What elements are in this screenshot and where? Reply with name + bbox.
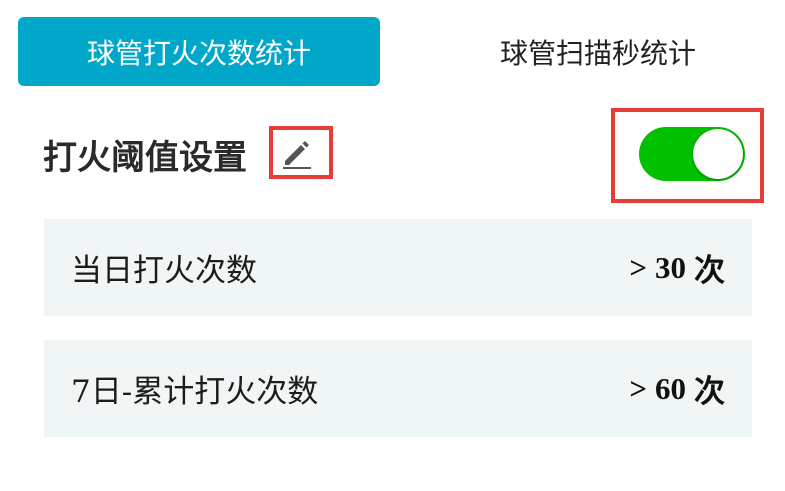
edit-threshold-button[interactable]	[269, 126, 333, 179]
seven-day-spark-count-row: 7日-累计打火次数 > 60 次	[44, 340, 752, 437]
daily-spark-count-row: 当日打火次数 > 30 次	[44, 219, 752, 316]
stat-comparator: >	[629, 370, 647, 406]
stat-unit: 次	[694, 253, 725, 288]
tab-tube-scan-seconds[interactable]: 球管扫描秒统计	[412, 17, 784, 86]
stat-unit: 次	[694, 374, 725, 409]
stat-number: 30	[655, 249, 686, 285]
stat-comparator: >	[629, 249, 647, 285]
toggle-knob	[693, 129, 743, 179]
threshold-settings-panel: 球管打火次数统计 球管扫描秒统计 打火阈值设置 当日打火次数 > 30 次 7日…	[0, 0, 785, 491]
threshold-settings-title: 打火阈值设置	[43, 137, 247, 178]
pencil-icon	[283, 140, 311, 169]
toggle-track	[639, 127, 745, 181]
tab-label: 球管打火次数统计	[86, 36, 311, 70]
tab-tube-spark-count[interactable]: 球管打火次数统计	[18, 17, 380, 86]
threshold-toggle[interactable]	[611, 108, 764, 203]
stat-value: > 60 次	[629, 366, 725, 411]
stat-label: 7日-累计打火次数	[71, 374, 319, 410]
stat-value: > 30 次	[629, 245, 725, 290]
stat-number: 60	[655, 370, 686, 406]
tab-label: 球管扫描秒统计	[499, 36, 696, 70]
stat-label: 当日打火次数	[71, 253, 257, 289]
